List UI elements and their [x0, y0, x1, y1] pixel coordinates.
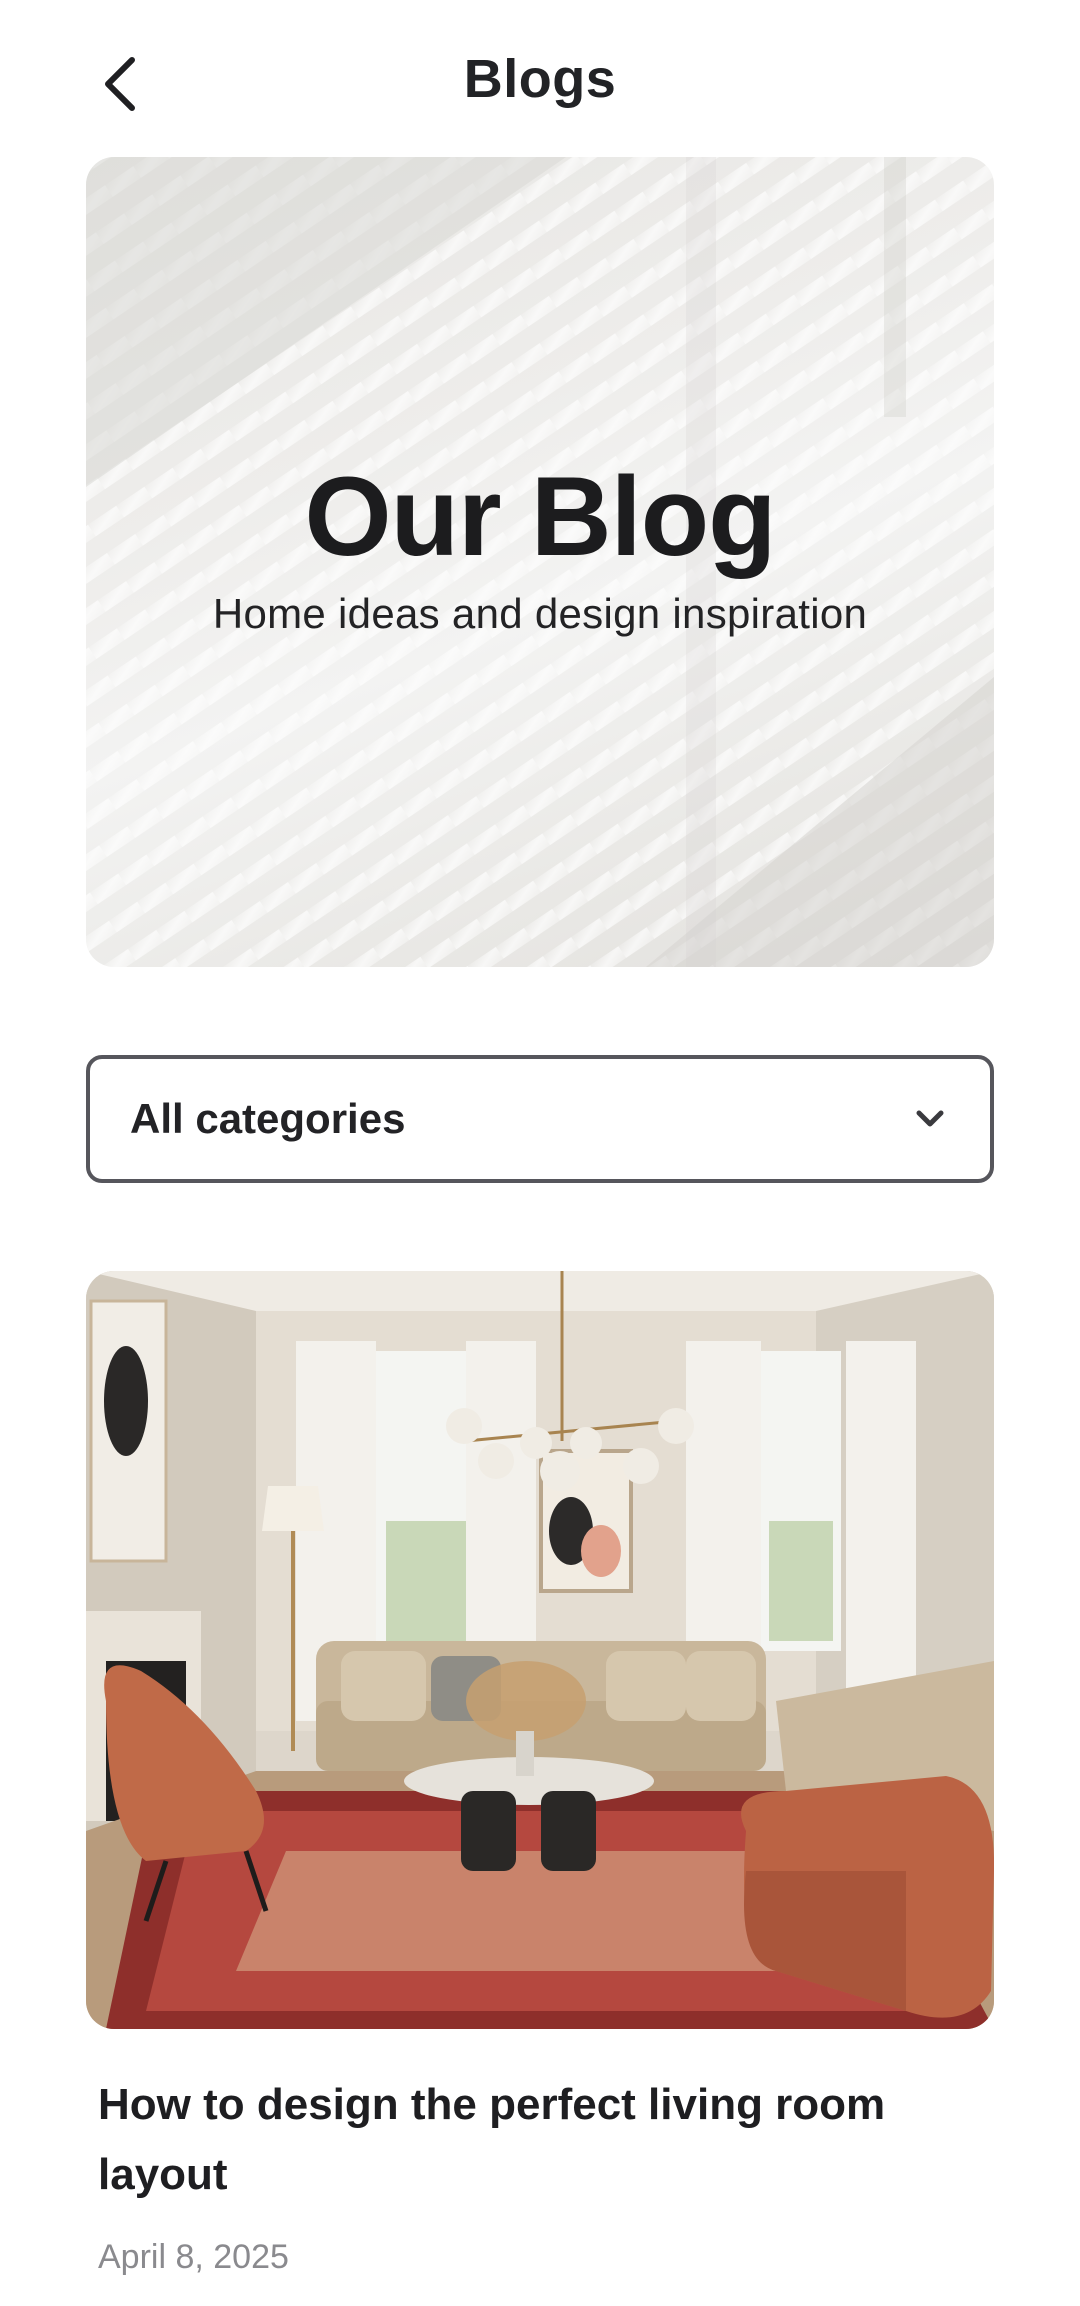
blog-post-image[interactable] — [86, 1271, 994, 2029]
page-title: Blogs — [463, 49, 617, 109]
living-room-illustration — [86, 1271, 994, 2029]
chevron-down-icon — [910, 1099, 950, 1139]
hero-subtitle: Home ideas and design inspiration — [212, 590, 868, 638]
blogs-screen: Blogs Our Blog Home ideas and design ins… — [0, 0, 1080, 2306]
category-dropdown-value: All categories — [130, 1095, 406, 1142]
hero-text: Our Blog Home ideas and design inspirati… — [86, 455, 994, 638]
hero-title: Our Blog — [304, 454, 776, 579]
blog-post-title[interactable]: How to design the perfect living room la… — [98, 2070, 958, 2210]
app-header: Blogs — [0, 0, 1080, 160]
category-dropdown[interactable]: All categories — [86, 1055, 994, 1183]
hero-banner: Our Blog Home ideas and design inspirati… — [86, 157, 994, 967]
blog-post-date: April 8, 2025 — [98, 2238, 289, 2276]
